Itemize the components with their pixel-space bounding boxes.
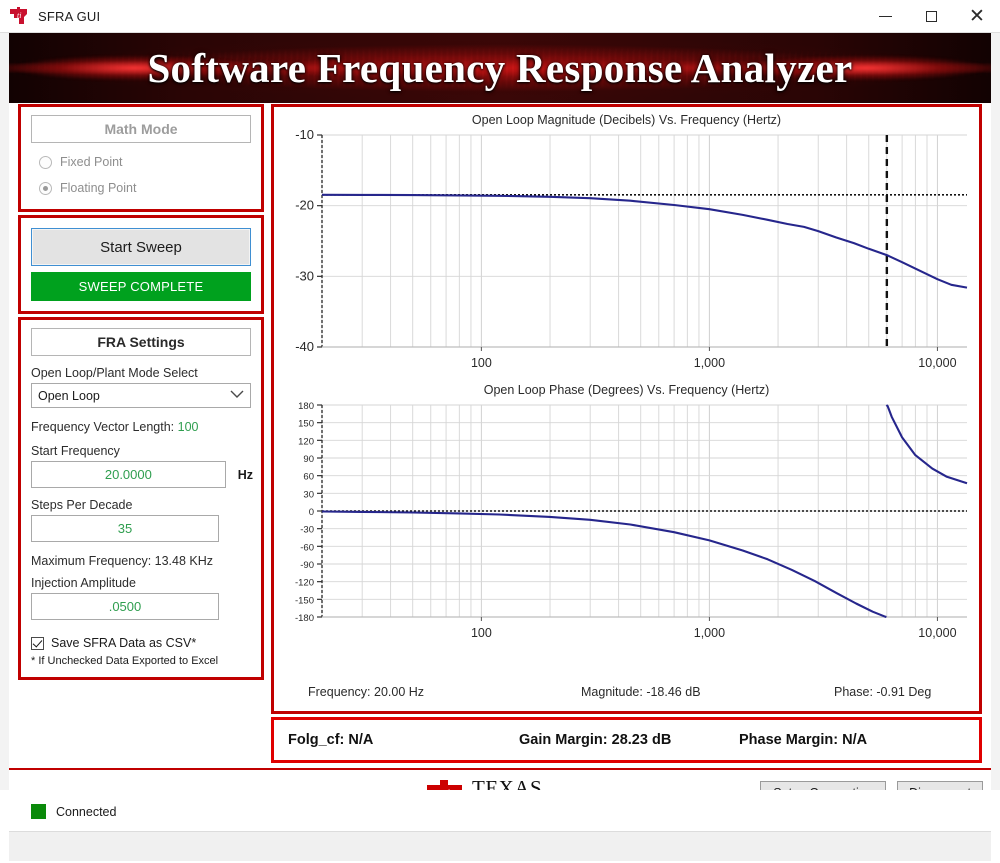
frequency-vector-length-label: Frequency Vector Length: [31,420,175,434]
connection-indicator-icon [31,804,46,819]
sfra-gui-window: ti SFRA GUI ✕ Software Frequency Respons… [0,0,1000,863]
svg-text:-60: -60 [300,542,314,553]
fra-settings-group: FRA Settings Open Loop/Plant Mode Select… [18,317,264,680]
svg-text:100: 100 [471,626,492,640]
svg-text:-20: -20 [295,198,314,213]
readout-frequency: Frequency: 20.00 Hz [308,685,425,699]
window-title: SFRA GUI [38,8,101,24]
svg-text:-30: -30 [300,525,314,536]
svg-text:100: 100 [471,356,492,370]
injection-amplitude-label: Injection Amplitude [31,576,136,590]
svg-text:-90: -90 [300,560,314,571]
checkbox-icon-save-csv [31,636,44,650]
svg-text:30: 30 [303,489,314,500]
magnitude-plot-title: Open Loop Magnitude (Decibels) Vs. Frequ… [471,113,782,127]
folg-cf-value: Folg_cf: N/A [288,732,374,748]
svg-text:ti: ti [17,11,21,20]
svg-text:10,000: 10,000 [918,626,956,640]
minimize-button[interactable] [862,0,908,33]
app-banner: Software Frequency Response Analyzer [9,33,991,103]
status-bar-inner: Connected [9,790,991,830]
svg-text:-40: -40 [295,339,314,354]
mode-select-dropdown[interactable]: Open Loop [31,383,251,408]
frequency-vector-length-row: Frequency Vector Length: 100 [31,420,251,434]
phase-plot-wrap: Open Loop Phase (Degrees) Vs. Frequency … [274,377,979,647]
svg-text:10,000: 10,000 [918,356,956,370]
status-bar: Connected [0,790,1000,863]
mode-select-label: Open Loop/Plant Mode Select [31,366,198,380]
plots-panel: Open Loop Magnitude (Decibels) Vs. Frequ… [271,104,982,714]
math-mode-header: Math Mode [31,115,251,143]
steps-per-decade-input[interactable]: 35 [31,515,219,542]
radio-icon-floating-point [39,181,52,195]
svg-text:120: 120 [298,436,314,447]
maximum-frequency-text: Maximum Frequency: 13.48 KHz [31,554,214,568]
start-frequency-unit: Hz [237,467,253,482]
maximize-button[interactable] [908,0,954,33]
window-controls: ✕ [862,0,1000,33]
magnitude-chart[interactable]: -10 -20 -30 -40 100 1,000 10,000 [274,127,979,377]
svg-text:90: 90 [303,454,314,465]
sweep-group: Start Sweep SWEEP COMPLETE [18,215,264,314]
cursor-readout-bar: Frequency: 20.00 Hz Magnitude: -18.46 dB… [274,673,979,711]
save-csv-checkbox-row[interactable]: Save SFRA Data as CSV* [31,636,251,650]
csv-footnote: * If Unchecked Data Exported to Excel [31,655,219,667]
svg-text:-10: -10 [295,127,314,142]
radio-icon-fixed-point [39,155,52,169]
svg-text:180: 180 [298,401,314,412]
svg-text:-30: -30 [295,268,314,283]
taskbar-tray [9,831,991,861]
phase-chart[interactable]: 180 150 120 90 60 30 0 -30 -60 -90 -120 -150 -180 100… [274,397,979,647]
svg-text:-180: -180 [295,613,314,624]
svg-text:-150: -150 [295,595,314,606]
margins-panel: Folg_cf: N/A Gain Margin: 28.23 dB Phase… [271,717,982,763]
radio-fixed-point[interactable]: Fixed Point [29,149,253,175]
svg-text:0: 0 [309,507,314,518]
radio-label-fixed-point: Fixed Point [60,155,123,169]
main-body: Math Mode Fixed Point Floating Point Sta… [9,103,991,768]
readout-magnitude: Magnitude: -18.46 dB [581,685,701,699]
banner-title: Software Frequency Response Analyzer [147,45,853,91]
close-button[interactable]: ✕ [954,0,1000,33]
window-titlebar: ti SFRA GUI ✕ [0,0,1000,33]
gain-margin-value: Gain Margin: 28.23 dB [519,732,672,748]
fra-settings-header: FRA Settings [31,328,251,356]
sweep-status-badge: SWEEP COMPLETE [31,272,251,301]
svg-text:1,000: 1,000 [694,356,725,370]
connection-status: Connected [31,804,116,819]
svg-text:60: 60 [303,472,314,483]
math-mode-group: Math Mode Fixed Point Floating Point [18,104,264,212]
ti-logo-icon: ti [8,6,30,26]
connection-status-label: Connected [56,804,117,819]
injection-amplitude-input[interactable]: .0500 [31,593,219,620]
start-frequency-label: Start Frequency [31,444,120,458]
settings-sidebar: Math Mode Fixed Point Floating Point Sta… [18,104,264,683]
readout-phase: Phase: -0.91 Deg [834,685,932,699]
radio-floating-point[interactable]: Floating Point [29,175,253,201]
frequency-vector-length-value: 100 [177,420,199,434]
chevron-down-icon [230,390,244,402]
mode-select-value: Open Loop [38,388,100,403]
steps-per-decade-label: Steps Per Decade [31,498,133,512]
phase-margin-value: Phase Margin: N/A [739,732,868,748]
start-sweep-button[interactable]: Start Sweep [31,228,251,266]
magnitude-plot-wrap: Open Loop Magnitude (Decibels) Vs. Frequ… [274,107,979,377]
start-frequency-row: 20.0000 Hz [29,461,253,488]
svg-text:150: 150 [298,419,314,430]
svg-text:1,000: 1,000 [694,626,725,640]
save-csv-label: Save SFRA Data as CSV* [51,636,197,650]
start-frequency-input[interactable]: 20.0000 [31,461,226,488]
radio-label-floating-point: Floating Point [60,181,137,195]
phase-plot-title: Open Loop Phase (Degrees) Vs. Frequency … [483,383,770,397]
svg-text:-120: -120 [295,578,314,589]
